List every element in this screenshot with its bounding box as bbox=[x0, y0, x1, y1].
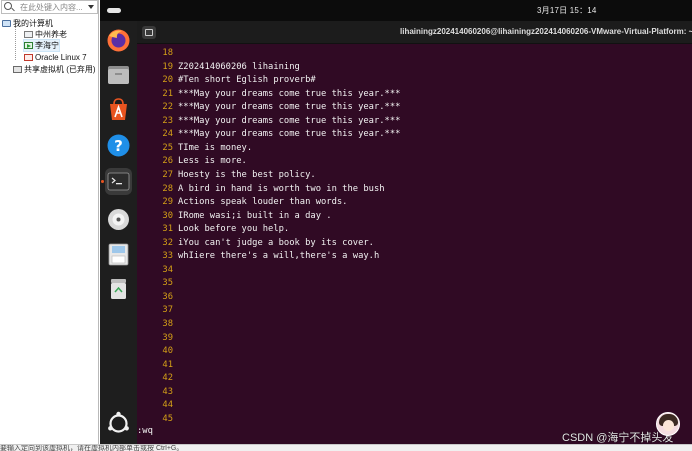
line-number: 35 bbox=[162, 278, 173, 289]
line-number: 20 bbox=[162, 75, 173, 86]
tree-item-my-computer[interactable]: 我的计算机 bbox=[2, 18, 53, 29]
dvd-icon[interactable] bbox=[105, 206, 132, 233]
line-number: 29 bbox=[162, 197, 173, 208]
line-text: Z202414060206 lihaining bbox=[178, 61, 300, 72]
line-number: 30 bbox=[162, 210, 173, 221]
line-number: 26 bbox=[162, 156, 173, 167]
terminal-title: lihainingz202414060206@lihainingz2024140… bbox=[400, 27, 692, 36]
active-indicator bbox=[101, 180, 104, 183]
line-text: ***May your dreams come true this year.*… bbox=[178, 129, 401, 140]
tree-item-label: 李海宁 bbox=[35, 41, 59, 50]
line-text: Look before you help. bbox=[178, 224, 290, 235]
firefox-icon[interactable] bbox=[105, 27, 132, 54]
tree-item-shared-vms[interactable]: 共享虚拟机 (已弃用) bbox=[13, 64, 96, 75]
line-number: 25 bbox=[162, 142, 173, 153]
vmware-status-bar: 要输入定向到该虚拟机，请在虚拟机内部单击或按 Ctrl+G。 bbox=[0, 444, 692, 451]
line-number: 31 bbox=[162, 224, 173, 235]
line-text: A bird in hand is worth two in the bush bbox=[178, 183, 385, 194]
computer-icon bbox=[2, 20, 11, 27]
show-apps-icon[interactable] bbox=[105, 410, 132, 437]
line-text: TIme is money. bbox=[178, 142, 253, 153]
line-text: Hoesty is the best policy. bbox=[178, 169, 316, 180]
tree-item-vm[interactable]: 中州养老 bbox=[24, 29, 67, 40]
avatar bbox=[656, 412, 680, 436]
line-number: 44 bbox=[162, 400, 173, 411]
line-text: Less is more. bbox=[178, 156, 247, 167]
workspace-indicator[interactable] bbox=[107, 8, 121, 13]
help-icon[interactable]: ? bbox=[105, 132, 132, 159]
line-text: ***May your dreams come true this year.*… bbox=[178, 88, 401, 99]
line-number: 28 bbox=[162, 183, 173, 194]
ubuntu-dock: ? bbox=[100, 21, 137, 444]
line-number: 42 bbox=[162, 373, 173, 384]
line-text: ***May your dreams come true this year.*… bbox=[178, 102, 401, 113]
tree-item-label: 我的计算机 bbox=[13, 19, 53, 28]
running-vm-icon bbox=[24, 42, 33, 49]
vm-icon bbox=[24, 54, 33, 61]
save-icon[interactable] bbox=[105, 241, 132, 268]
tree-item-label: 共享虚拟机 (已弃用) bbox=[24, 65, 96, 74]
line-text: Actions speak louder than words. bbox=[178, 197, 348, 208]
vm-icon bbox=[24, 31, 33, 38]
shared-vms-icon bbox=[13, 66, 22, 73]
clock[interactable]: 3月17日 15：14 bbox=[537, 5, 597, 16]
tree-item-vm-running[interactable]: 李海宁 bbox=[23, 39, 60, 52]
tree-connector bbox=[15, 26, 16, 60]
line-number: 33 bbox=[162, 251, 173, 262]
files-icon[interactable] bbox=[105, 61, 132, 88]
line-text: #Ten short Eglish proverb# bbox=[178, 75, 316, 86]
tree-item-label: 中州养老 bbox=[35, 30, 67, 39]
line-number: 34 bbox=[162, 264, 173, 275]
library-panel: 我的计算机 中州养老 李海宁 Oracle Linux 7 共享虚拟机 (已弃用… bbox=[0, 0, 99, 444]
line-number: 32 bbox=[162, 237, 173, 248]
line-number: 36 bbox=[162, 291, 173, 302]
line-number: 39 bbox=[162, 332, 173, 343]
line-number: 27 bbox=[162, 169, 173, 180]
search-icon bbox=[4, 2, 12, 10]
line-number: 21 bbox=[162, 88, 173, 99]
new-tab-button[interactable] bbox=[142, 26, 156, 39]
svg-text:?: ? bbox=[114, 137, 123, 155]
chevron-down-icon[interactable] bbox=[88, 5, 94, 9]
line-text: whIiere there's a will,there's a way.h bbox=[178, 251, 380, 262]
csdn-watermark: CSDN @海宁不掉头发 bbox=[562, 432, 674, 444]
library-search-input[interactable] bbox=[20, 1, 84, 13]
gnome-top-bar: 3月17日 15：14 bbox=[100, 0, 692, 21]
line-text: iYou can't judge a book by its cover. bbox=[178, 237, 374, 248]
library-search[interactable] bbox=[1, 0, 98, 14]
line-text: IRome wasi;i built in a day . bbox=[178, 210, 332, 221]
line-number: 19 bbox=[162, 61, 173, 72]
tree-item-vm[interactable]: Oracle Linux 7 bbox=[24, 52, 87, 63]
line-number: 43 bbox=[162, 386, 173, 397]
line-number: 18 bbox=[162, 48, 173, 58]
line-number: 38 bbox=[162, 319, 173, 329]
line-number: 40 bbox=[162, 346, 173, 357]
line-number: 45 bbox=[162, 413, 173, 424]
app-center-icon[interactable] bbox=[105, 96, 132, 123]
line-number: 23 bbox=[162, 115, 173, 126]
line-number: 24 bbox=[162, 129, 173, 140]
terminal-icon[interactable] bbox=[105, 168, 132, 195]
trash-icon[interactable] bbox=[105, 276, 132, 303]
vim-editor[interactable]: 18 19 Z202414060206 lihaining 20 #Ten short … bbox=[137, 44, 692, 444]
tree-item-label: Oracle Linux 7 bbox=[35, 53, 87, 62]
line-number: 22 bbox=[162, 102, 173, 113]
line-text: ***May your dreams come true this year.*… bbox=[178, 115, 401, 126]
vm-display[interactable]: 3月17日 15：14 ? lihainingz202414060206@lih… bbox=[100, 0, 692, 444]
line-number: 37 bbox=[162, 305, 173, 316]
line-number: 41 bbox=[162, 359, 173, 370]
vim-command-line[interactable]: :wq bbox=[137, 425, 153, 438]
terminal-titlebar[interactable]: lihainingz202414060206@lihainingz2024140… bbox=[137, 21, 692, 44]
